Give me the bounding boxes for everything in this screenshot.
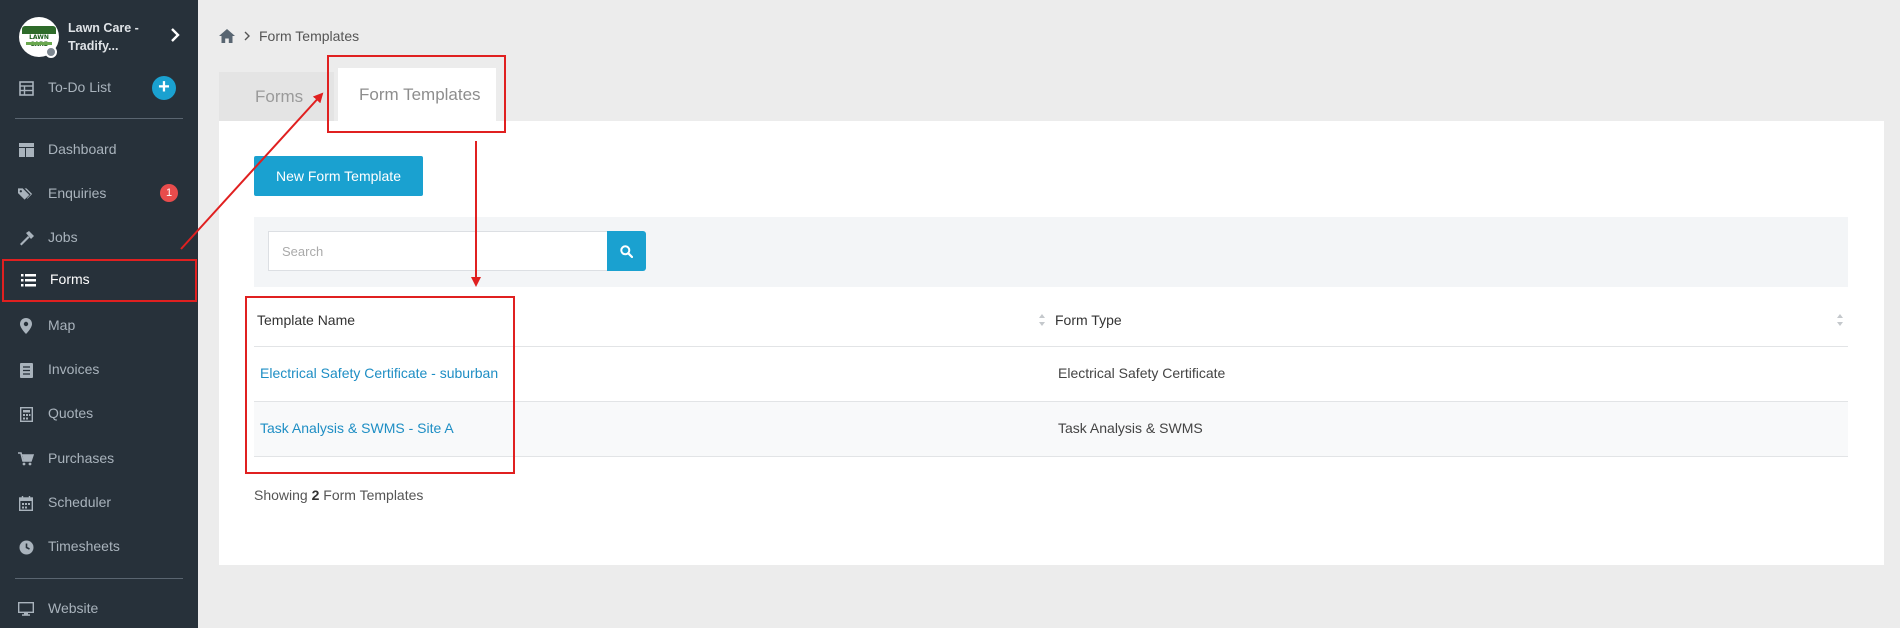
sidebar-item-label: Enquiries — [48, 185, 107, 201]
sidebar-item-label: Quotes — [48, 405, 94, 421]
tab-label: Forms — [255, 87, 304, 106]
sidebar: LAWN CARE Lawn Care - Tradify... To-Do L… — [0, 0, 198, 628]
highlight-box-template-names — [245, 296, 515, 474]
sidebar-item-invoices[interactable]: Invoices — [0, 349, 198, 391]
sidebar-item-website[interactable]: Website — [0, 588, 198, 628]
highlight-box-tab — [327, 55, 506, 133]
monitor-icon — [18, 601, 34, 617]
sidebar-item-scheduler[interactable]: Scheduler — [0, 482, 198, 524]
calendar-icon — [18, 495, 34, 511]
dashboard-icon — [18, 142, 34, 158]
sidebar-item-jobs[interactable]: Jobs — [0, 217, 198, 259]
sidebar-item-label: Jobs — [48, 229, 78, 245]
sidebar-item-timesheets[interactable]: Timesheets — [0, 526, 198, 568]
sidebar-item-label: Invoices — [48, 361, 100, 377]
form-type-cell: Electrical Safety Certificate — [1058, 365, 1226, 381]
map-pin-icon — [18, 318, 34, 334]
sidebar-item-dashboard[interactable]: Dashboard — [0, 129, 198, 171]
results-count: Showing 2 Form Templates — [254, 487, 424, 503]
sidebar-item-map[interactable]: Map — [0, 305, 198, 347]
column-header-form-type[interactable]: Form Type — [1055, 312, 1122, 328]
form-type-cell: Task Analysis & SWMS — [1058, 420, 1203, 436]
clock-icon — [18, 539, 34, 555]
sidebar-item-forms[interactable]: Forms — [2, 259, 197, 302]
sidebar-item-label: Purchases — [48, 450, 115, 466]
search-button[interactable] — [607, 231, 646, 271]
home-icon[interactable] — [219, 29, 235, 43]
sidebar-item-label: Timesheets — [48, 538, 120, 554]
status-indicator — [45, 46, 57, 58]
cart-icon — [18, 451, 34, 467]
search-icon — [620, 244, 633, 258]
sidebar-item-label: Forms — [50, 271, 90, 287]
sidebar-item-label: Website — [48, 600, 99, 616]
sidebar-item-label: Scheduler — [48, 494, 112, 510]
list-icon — [20, 272, 36, 288]
enquiries-count-badge: 1 — [160, 184, 178, 202]
sidebar-item-label: Dashboard — [48, 141, 117, 157]
search-input[interactable] — [268, 231, 608, 271]
chevron-right-icon — [244, 28, 250, 44]
breadcrumb-current: Form Templates — [259, 28, 360, 44]
company-name: Lawn Care - Tradify... — [68, 21, 139, 53]
account-switcher[interactable]: LAWN CARE Lawn Care - Tradify... — [0, 0, 198, 74]
breadcrumb: Form Templates — [219, 27, 359, 45]
sidebar-item-label: Map — [48, 317, 76, 333]
calculator-icon — [18, 406, 34, 422]
add-todo-button[interactable]: + — [152, 76, 176, 100]
sort-icon[interactable] — [1038, 313, 1046, 327]
tags-icon — [18, 186, 34, 202]
sidebar-item-purchases[interactable]: Purchases — [0, 438, 198, 480]
sidebar-item-label: To-Do List — [48, 79, 112, 95]
table-icon — [18, 80, 34, 96]
sort-icon[interactable] — [1836, 313, 1844, 327]
divider — [15, 578, 183, 579]
tab-forms[interactable]: Forms — [219, 72, 334, 122]
divider — [15, 118, 183, 119]
sidebar-item-quotes[interactable]: Quotes — [0, 393, 198, 435]
chevron-right-icon — [170, 27, 182, 45]
invoice-icon — [18, 362, 34, 378]
new-form-template-button[interactable]: New Form Template — [254, 156, 423, 196]
hammer-icon — [18, 230, 34, 246]
